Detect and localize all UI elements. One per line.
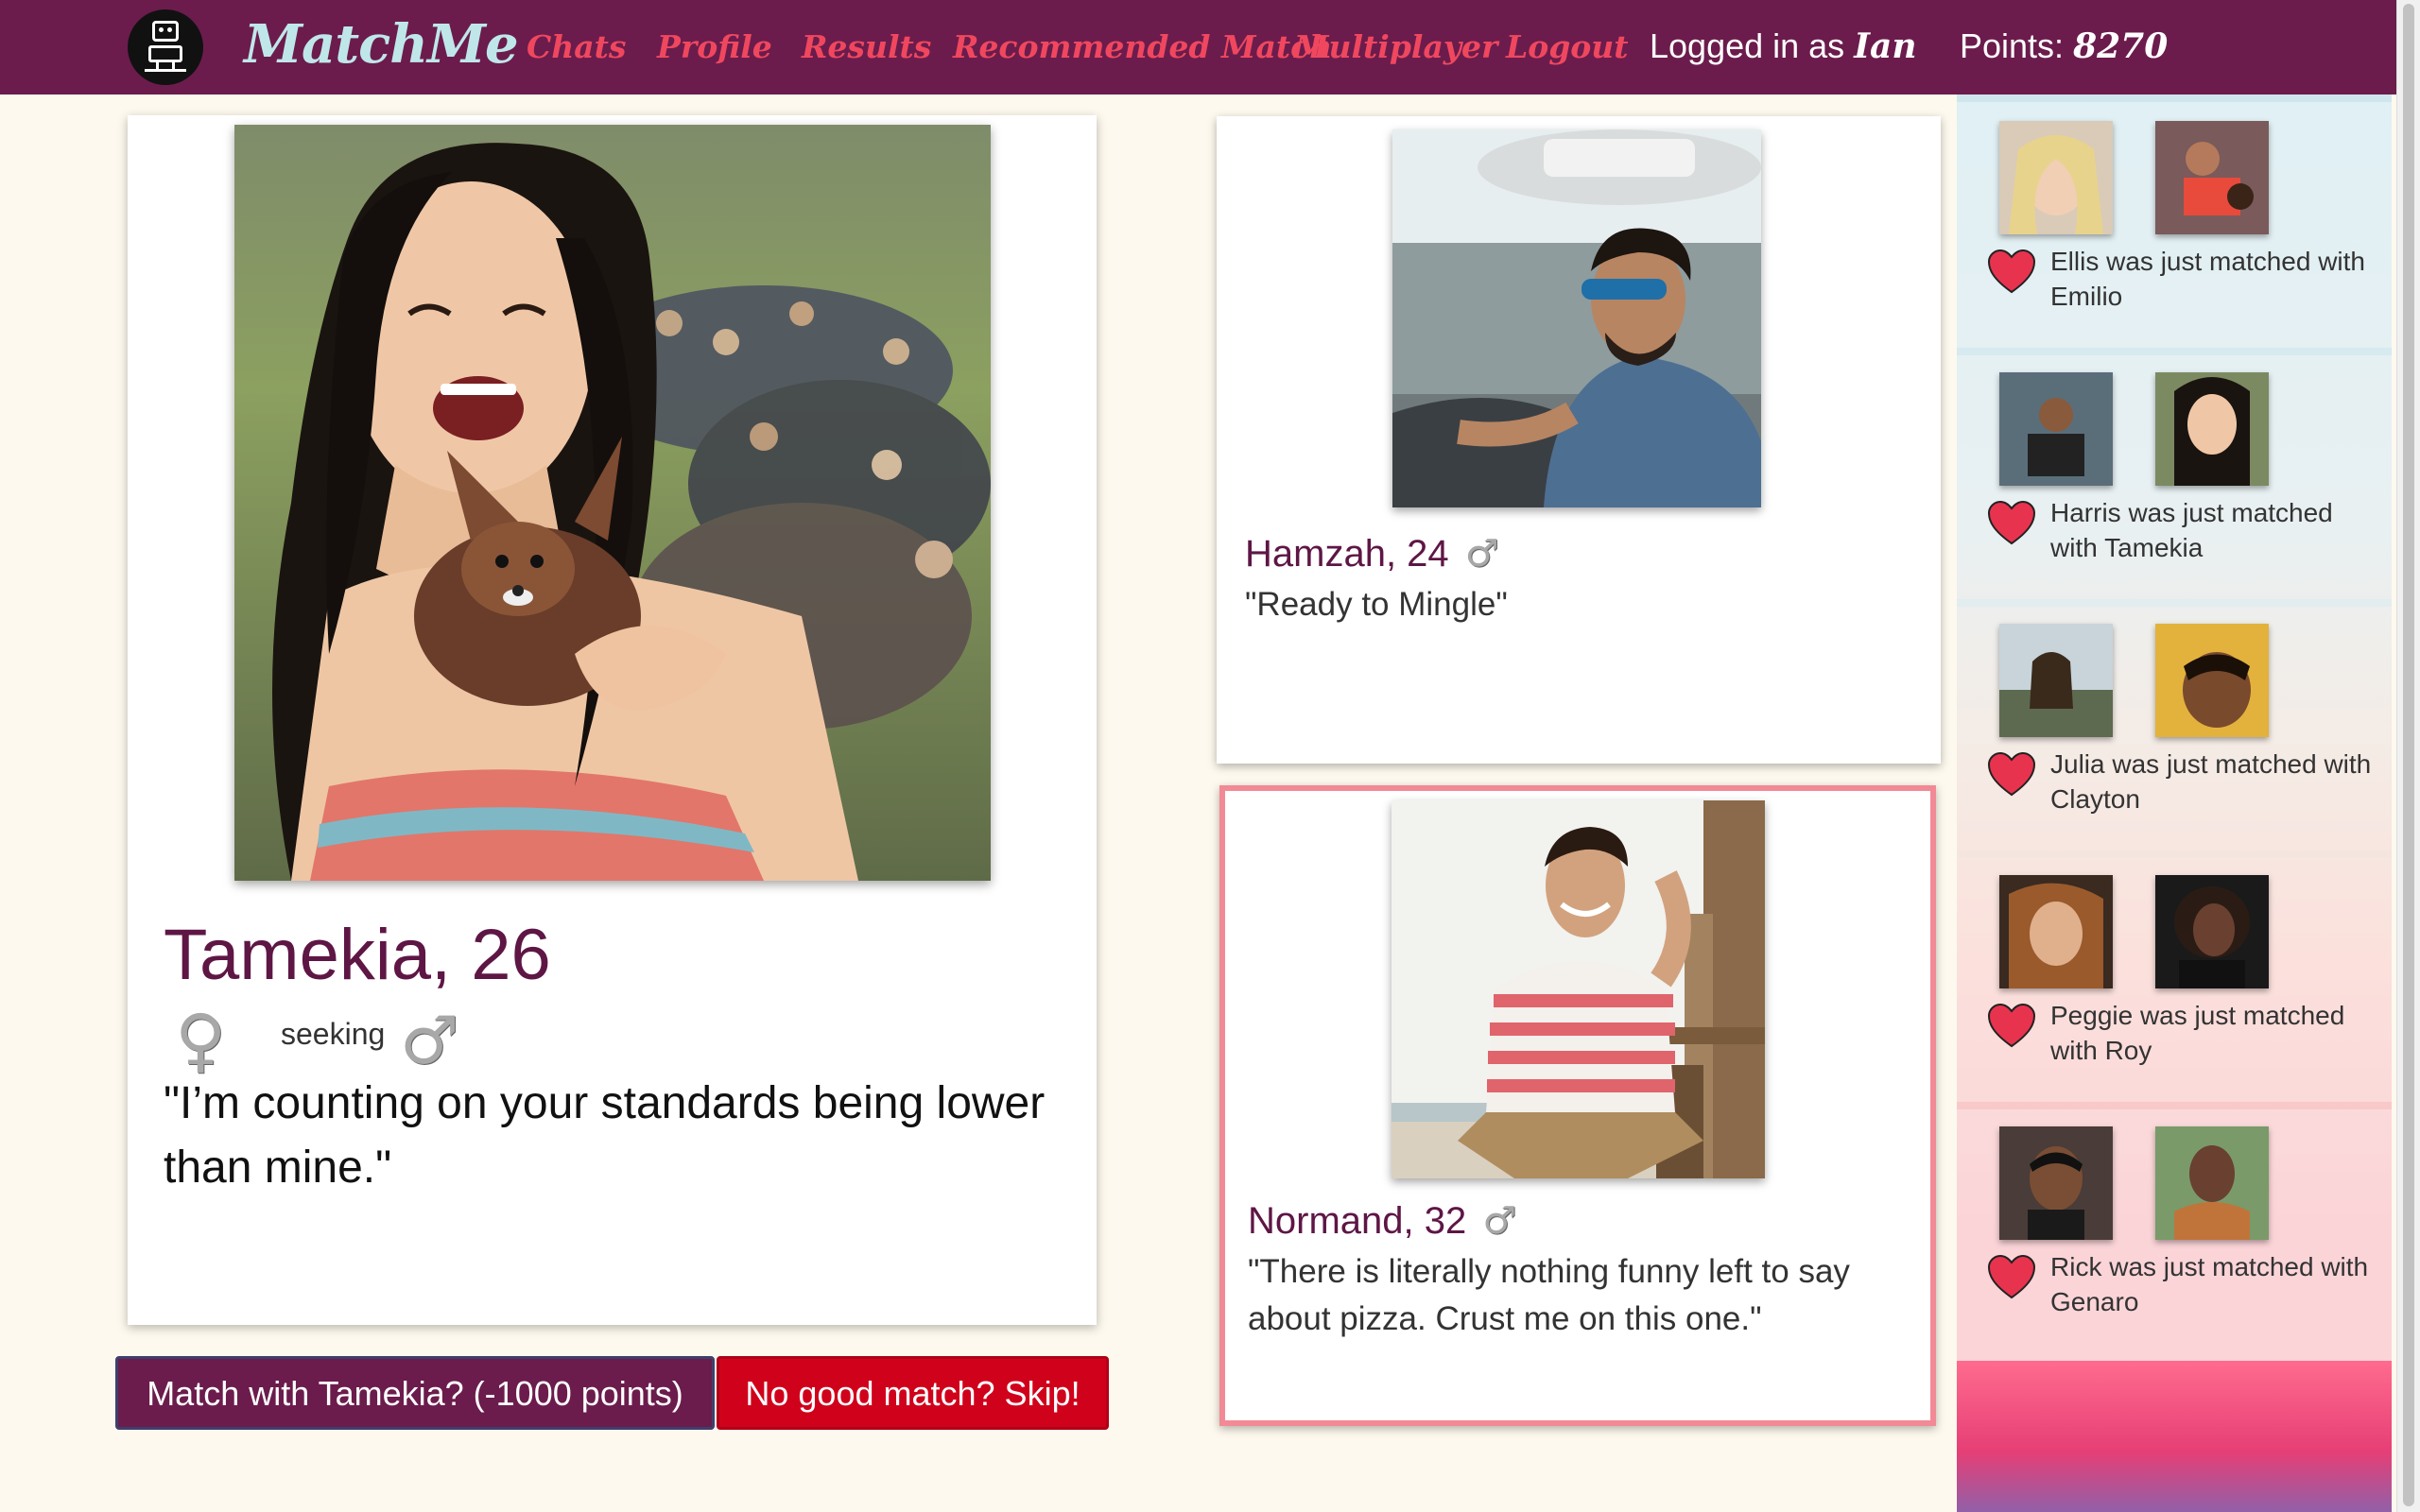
feed-photo: [1999, 372, 2113, 486]
seeking-label: seeking: [281, 1017, 386, 1051]
logged-in-user: Ian: [1854, 26, 1917, 66]
nav-recommended-match[interactable]: Recommended Match: [953, 26, 1332, 68]
main-profile-photo: [234, 125, 991, 881]
feed-text: Julia was just matched with Clayton: [2050, 749, 2372, 814]
heart-icon: [1987, 1003, 2036, 1048]
heart-icon: [1987, 751, 2036, 797]
brand-title[interactable]: MatchMe: [244, 11, 519, 77]
candidate-name-text: Normand, 32: [1248, 1200, 1467, 1242]
main-profile-name: Tamekia, 26: [164, 915, 551, 995]
main-profile-quote: "I’m counting on your standards being lo…: [164, 1078, 1046, 1193]
nav-results[interactable]: Results: [802, 26, 931, 68]
nav-chats[interactable]: Chats: [527, 26, 626, 68]
feed-text: Rick was just matched with Genaro: [2050, 1252, 2369, 1316]
feed-photo: [1999, 624, 2113, 737]
candidate-photo: [1392, 129, 1761, 507]
page-scrollbar[interactable]: [2396, 0, 2420, 1512]
logged-in-prefix: Logged in as: [1650, 26, 1845, 65]
points-label: Points:: [1960, 26, 2065, 65]
male-icon: ♂: [1482, 1199, 1517, 1243]
heart-icon: [1987, 500, 2036, 545]
feed-text: Harris was just matched with Tamekia: [2050, 498, 2333, 562]
feed-photo: [1999, 875, 2113, 988]
match-button[interactable]: Match with Tamekia? (-1000 points): [115, 1356, 715, 1430]
candidate-name: Hamzah, 24 ♂: [1245, 532, 1499, 576]
candidate-name-text: Hamzah, 24: [1245, 533, 1449, 575]
feed-text: Ellis was just matched with Emilio: [2050, 247, 2366, 311]
feed-item[interactable]: Peggie was just matched with Roy: [1957, 856, 2392, 1102]
feed-item[interactable]: Julia was just matched with Clayton: [1957, 605, 2392, 850]
top-navbar: MatchMe Chats Profile Results Recommende…: [0, 0, 2396, 94]
skip-button[interactable]: No good match? Skip!: [717, 1356, 1109, 1430]
nav-logout[interactable]: Logout: [1506, 26, 1629, 68]
candidate-quote: "Ready to Mingle": [1245, 586, 1508, 623]
feed-photo: [1999, 121, 2113, 234]
feed-photo: [2155, 624, 2269, 737]
heart-icon: [1987, 1254, 2036, 1299]
match-feed-sidebar: Ellis was just matched with Emilio Harri…: [1957, 94, 2392, 1512]
sidebar-gradient-footer: [1957, 1361, 2392, 1512]
nav-multiplayer[interactable]: Multiplayer: [1294, 26, 1497, 68]
feed-photo: [2155, 372, 2269, 486]
feed-item[interactable]: Rick was just matched with Genaro: [1957, 1108, 2392, 1353]
feed-item[interactable]: Ellis was just matched with Emilio: [1957, 102, 2392, 348]
male-icon: ♂: [400, 1002, 459, 1079]
candidate-card-selected[interactable]: Normand, 32 ♂ "There is literally nothin…: [1219, 785, 1936, 1426]
heart-icon: [1987, 249, 2036, 294]
points-display: Points: 8270: [1960, 25, 2168, 68]
feed-photo: [1999, 1126, 2113, 1240]
candidate-quote: "There is literally nothing funny left t…: [1248, 1253, 1850, 1337]
feed-photo: [2155, 121, 2269, 234]
feed-photo: [2155, 875, 2269, 988]
robot-logo-icon[interactable]: [128, 9, 203, 85]
seeking-row: ♀ seeking ♂: [175, 1000, 553, 1081]
feed-text: Peggie was just matched with Roy: [2050, 1001, 2345, 1065]
main-profile-card: Tamekia, 26 ♀ seeking ♂ "I’m counting on…: [128, 115, 1097, 1325]
logged-in-status: Logged in as Ian: [1650, 25, 1917, 68]
scrollbar-thumb[interactable]: [2403, 4, 2414, 1506]
candidate-name: Normand, 32 ♂: [1248, 1199, 1516, 1243]
points-value: 8270: [2073, 26, 2169, 66]
feed-item[interactable]: Harris was just matched with Tamekia: [1957, 353, 2392, 599]
candidate-card[interactable]: Hamzah, 24 ♂ "Ready to Mingle": [1217, 116, 1941, 764]
nav-profile[interactable]: Profile: [657, 26, 772, 68]
candidate-photo: [1392, 800, 1765, 1178]
male-icon: ♂: [1464, 532, 1499, 576]
female-icon: ♀: [175, 1000, 227, 1081]
feed-photo: [2155, 1126, 2269, 1240]
